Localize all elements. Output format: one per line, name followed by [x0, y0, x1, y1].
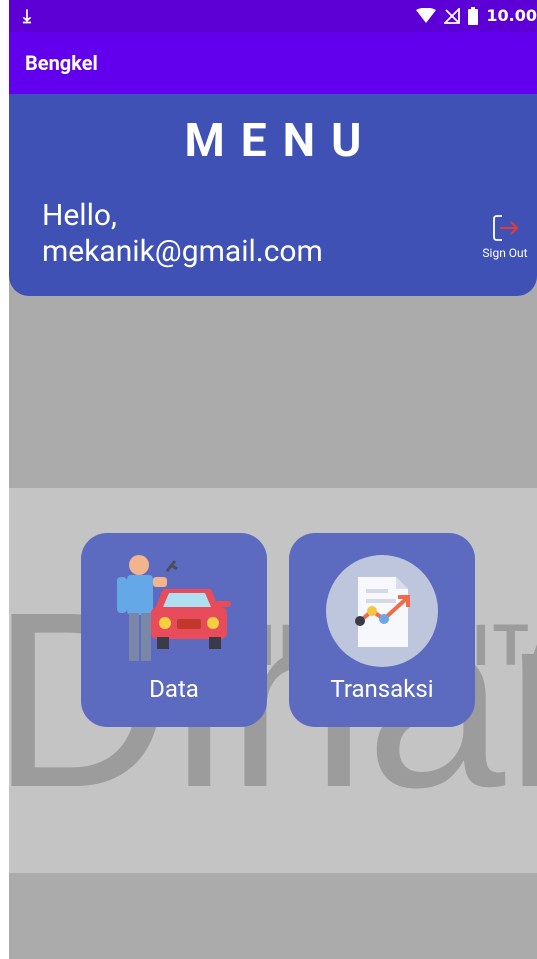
app-title: Bengkel [25, 51, 98, 75]
sign-out-icon [493, 215, 519, 241]
app-screen: ⤓ 10.00 Bengkel MENU Hello, mekanik@gmai… [9, 0, 537, 959]
wifi-icon [416, 7, 437, 23]
app-bar: Bengkel [9, 32, 537, 94]
menu-header-card: MENU Hello, mekanik@gmail.com Sign Out [9, 94, 537, 296]
sign-out-button[interactable]: Sign Out [479, 213, 531, 260]
battery-icon [468, 6, 479, 25]
no-signal-icon [444, 7, 461, 24]
menu-title: MENU [184, 114, 378, 168]
download-icon: ⤓ [23, 6, 31, 27]
data-label: Data [149, 675, 199, 703]
user-email: mekanik@gmail.com [42, 234, 323, 269]
greeting: Hello, mekanik@gmail.com [42, 198, 323, 270]
greeting-hello: Hello, [42, 198, 117, 233]
status-time: 10.00 [486, 6, 537, 25]
mechanic-car-icon [117, 555, 231, 661]
status-bar: ⤓ 10.00 [9, 0, 537, 32]
transaksi-label: Transaksi [330, 675, 434, 703]
report-chart-icon [326, 555, 438, 667]
transaksi-menu-button[interactable]: Transaksi [289, 533, 475, 727]
data-menu-button[interactable]: Data [81, 533, 267, 727]
sign-out-label: Sign Out [482, 246, 528, 260]
